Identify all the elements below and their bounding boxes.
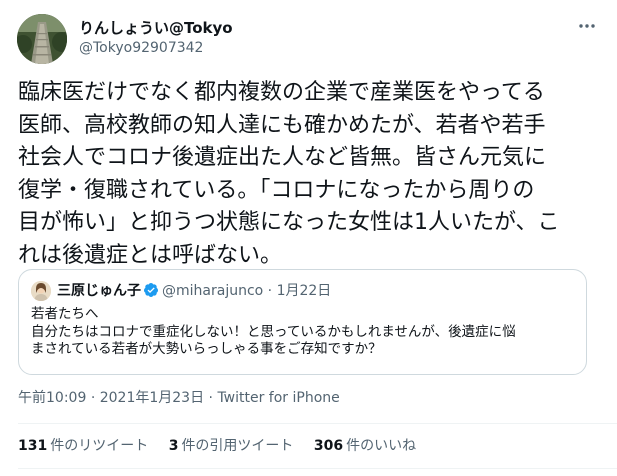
author-info: りんしょうい@Tokyo @Tokyo92907342 — [79, 18, 233, 58]
quote-text-line: 自分たちはコロナで重症化しない！と思っているかもしれませんが、後遺症に悩 — [31, 323, 516, 340]
tweet-stats: 131 件のリツイート 3 件の引用ツイート 306 件のいいね — [18, 436, 432, 456]
tweet-meta: 午前10:09 · 2021年1月23日 · Twitter for iPhon… — [18, 388, 340, 408]
retweets-stat[interactable]: 131 件のリツイート — [18, 438, 148, 454]
meta-separator: · — [208, 390, 213, 406]
quote-header: 三原じゅん子 @miharajunco · 1月22日 — [57, 281, 331, 304]
likes-stat[interactable]: 306 件のいいね — [314, 438, 416, 454]
author-display-name[interactable]: りんしょうい@Tokyo — [79, 18, 233, 38]
author-handle[interactable]: @Tokyo92907342 — [79, 38, 233, 58]
tweet-date[interactable]: 2021年1月23日 — [100, 390, 204, 406]
tweet-text-line: 医師、高校教師の知人達にも確かめたが、若者や若手 — [18, 112, 546, 138]
tweet-text-line: 社会人でコロナ後遺症出た人など皆無。皆さん元気に — [18, 145, 547, 170]
quote-author-name: 三原じゅん子 — [57, 283, 141, 299]
tweet-text-line: 目が怖い」と抑うつ状態になった女性は1人いたが、こ — [18, 210, 560, 235]
tweet-text: 臨床医だけでなく都内複数の企業で産業医をやってる 医師、高校教師の知人達にも確か… — [18, 77, 603, 272]
quote-tweet[interactable]: 三原じゅん子 @miharajunco · 1月22日 若者たちへ 自分たちはコロ… — [18, 269, 587, 375]
author-avatar[interactable] — [17, 14, 67, 64]
quote-text-line: 若者たちへ — [31, 306, 99, 322]
tweet: りんしょうい@Tokyo @Tokyo92907342 臨床医だけでなく都内複数… — [0, 0, 617, 476]
quote-text: 若者たちへ 自分たちはコロナで重症化しない！と思っているかもしれませんが、後遺症… — [31, 306, 579, 359]
divider — [18, 423, 617, 424]
verified-badge-icon — [143, 282, 159, 304]
quote-separator: · — [267, 283, 273, 299]
tweet-text-line: れは後遺症とは呼ばない。 — [18, 242, 283, 268]
quote-date: 1月22日 — [276, 283, 332, 299]
tweet-source[interactable]: Twitter for iPhone — [217, 390, 339, 406]
quote-author-handle: @miharajunco — [162, 283, 264, 299]
quotes-stat[interactable]: 3 件の引用ツイート — [169, 438, 294, 454]
quote-author-avatar — [31, 281, 51, 301]
tweet-text-line: 復学・復職されている。「コロナになったから周りの — [18, 177, 535, 203]
quote-text-line: まされている若者が大勢いらっしゃる事をご存知ですか？ — [31, 341, 382, 357]
more-horizontal-icon[interactable] — [575, 18, 599, 38]
tweet-text-line: 臨床医だけでなく都内複数の企業で産業医をやってる — [18, 80, 545, 105]
divider — [18, 468, 617, 469]
tweet-time[interactable]: 午前10:09 — [18, 390, 86, 406]
meta-separator: · — [90, 390, 96, 406]
